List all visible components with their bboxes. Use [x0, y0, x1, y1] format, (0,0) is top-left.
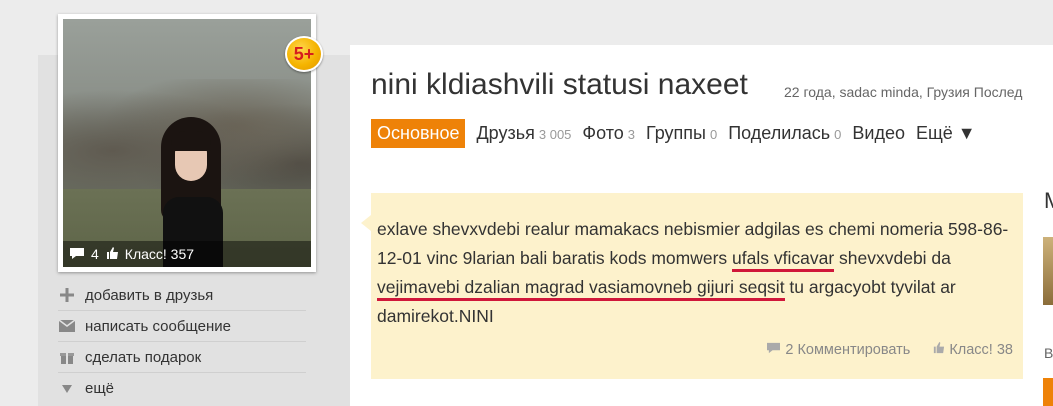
envelope-icon — [58, 318, 76, 334]
tab-photos-count: 3 — [627, 127, 636, 142]
profile-tabs: Основное Друзья 3 005 Фото 3 Группы 0 По… — [371, 119, 987, 148]
profile-actions: добавить в друзья написать сообщение сде… — [58, 280, 306, 404]
add-friend-link[interactable]: добавить в друзья — [58, 280, 306, 311]
photo-likes-label[interactable]: Класс! 357 — [125, 246, 194, 262]
tab-more-label: Ещё ▼ — [915, 123, 976, 143]
comment-link[interactable]: 2 Комментировать — [785, 342, 910, 358]
like-icon[interactable] — [105, 246, 119, 263]
right-panel-text: B — [1044, 345, 1053, 361]
right-panel-heading: M — [1044, 188, 1053, 214]
triangle-down-icon — [58, 381, 76, 397]
tab-shared[interactable]: Поделилась 0 — [728, 123, 841, 144]
tab-photos-label: Фото — [582, 123, 624, 143]
like-link[interactable]: Класс! 38 — [949, 342, 1013, 358]
photo-person-bangs — [171, 131, 211, 151]
profile-photo-frame[interactable]: 4 Класс! 357 — [58, 14, 316, 272]
tab-friends-label: Друзья — [476, 123, 535, 143]
tab-groups-label: Группы — [646, 123, 706, 143]
tab-video-label: Видео — [852, 123, 905, 143]
status-card: exlave shevxvdebi realur mamakacs nebism… — [361, 193, 1023, 379]
five-plus-badge[interactable]: 5+ — [285, 36, 323, 72]
tab-more[interactable]: Ещё ▼ — [916, 123, 976, 144]
comment-icon[interactable] — [766, 341, 781, 358]
comment-icon[interactable] — [69, 246, 85, 263]
tab-friends[interactable]: Друзья 3 005 — [476, 123, 571, 144]
profile-photo[interactable]: 4 Класс! 357 — [63, 19, 311, 267]
more-actions-link[interactable]: ещё — [58, 373, 306, 404]
status-text[interactable]: exlave shevxvdebi realur mamakacs nebism… — [377, 215, 1017, 331]
tab-shared-count: 0 — [834, 127, 842, 142]
right-panel-thumbnail[interactable] — [1043, 237, 1053, 305]
add-friend-label: добавить в друзья — [85, 286, 214, 304]
status-footer: 2 Комментировать Класс! 38 — [766, 341, 1013, 358]
tab-shared-label: Поделилась — [728, 123, 831, 143]
gift-icon — [58, 349, 76, 365]
photo-comments-count[interactable]: 4 — [91, 246, 99, 262]
like-icon[interactable] — [932, 341, 945, 358]
more-actions-label: ещё — [85, 380, 115, 397]
send-gift-link[interactable]: сделать подарок — [58, 342, 306, 373]
write-message-link[interactable]: написать сообщение — [58, 311, 306, 342]
tab-groups[interactable]: Группы 0 — [646, 123, 717, 144]
tab-photos[interactable]: Фото 3 — [582, 123, 635, 144]
tab-groups-count: 0 — [710, 127, 718, 142]
write-message-label: написать сообщение — [85, 317, 231, 335]
plus-icon — [58, 287, 76, 303]
photo-stats-bar: 4 Класс! 357 — [63, 241, 311, 267]
tab-main-label: Основное — [377, 123, 460, 143]
status-underline-2: vejimavebi dzalian magrad vasiamovneb gi… — [377, 277, 785, 301]
tab-main[interactable]: Основное — [371, 119, 466, 148]
status-underline-1: ufals vficavar — [732, 248, 835, 272]
send-gift-label: сделать подарок — [85, 348, 202, 366]
right-panel-orange-button[interactable] — [1043, 378, 1053, 406]
status-text-part2: shevxvdebi da — [834, 248, 951, 268]
profile-name: nini kldiashvili statusi naxeet — [371, 68, 748, 101]
profile-subinfo: 22 года, sadac minda, Грузия Послед — [784, 84, 1023, 100]
tab-video[interactable]: Видео — [852, 123, 905, 144]
tab-friends-count: 3 005 — [538, 127, 572, 142]
